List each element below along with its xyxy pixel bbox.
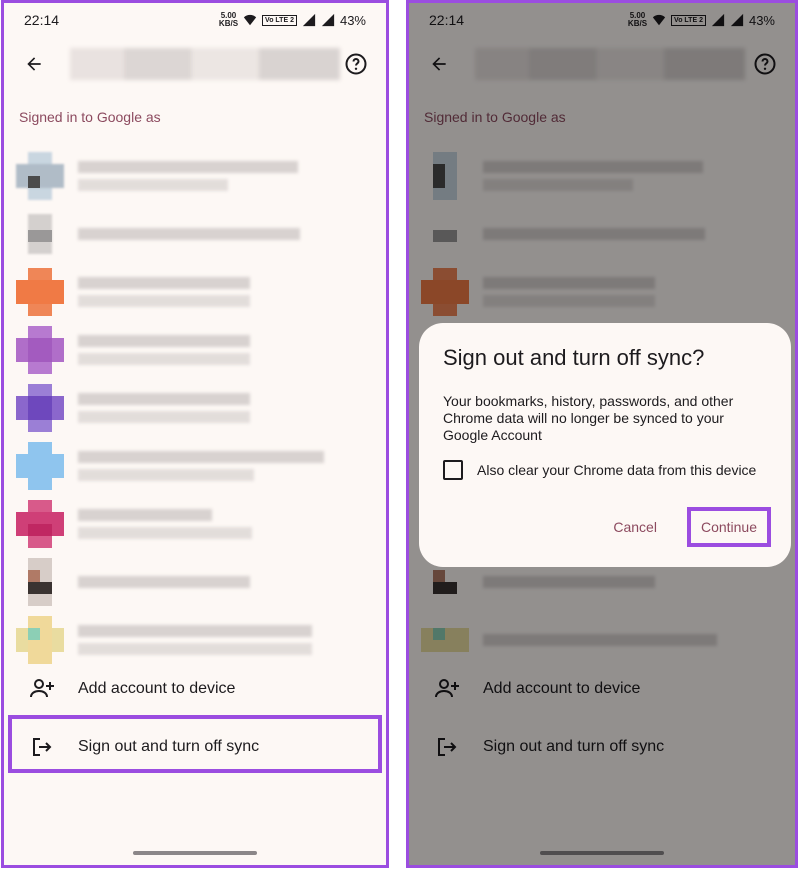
sign-out-dialog: Sign out and turn off sync? Your bookmar… xyxy=(419,323,791,567)
navigation-handle[interactable] xyxy=(133,851,257,855)
logout-icon xyxy=(33,738,52,756)
continue-button[interactable]: Continue xyxy=(686,507,771,547)
status-bar: 22:14 5.00 KB/S Vo LTE 2 43% xyxy=(4,3,386,37)
dialog-actions: Cancel Continue xyxy=(613,507,771,547)
sign-out-row[interactable]: Sign out and turn off sync xyxy=(4,719,386,775)
signal-icon xyxy=(302,13,316,27)
dialog-title: Sign out and turn off sync? xyxy=(443,345,705,370)
account-email-blurred xyxy=(70,48,340,80)
clear-data-option[interactable]: Also clear your Chrome data from this de… xyxy=(443,460,767,480)
volte-badge: Vo LTE 2 xyxy=(262,14,297,26)
help-circle-icon xyxy=(345,53,367,75)
add-account-row[interactable]: Add account to device xyxy=(4,661,386,717)
clear-data-checkbox[interactable] xyxy=(443,460,463,480)
phone-screen-left: 22:14 5.00 KB/S Vo LTE 2 43% Signed in t… xyxy=(1,0,389,868)
avatar xyxy=(16,442,64,490)
sign-out-label: Sign out and turn off sync xyxy=(78,738,260,755)
status-time: 22:14 xyxy=(24,12,60,28)
account-list xyxy=(4,147,386,669)
phone-screen-right: 22:14 5.00 KB/S Vo LTE 2 43% Signed in t… xyxy=(406,0,798,868)
help-button[interactable] xyxy=(340,48,372,80)
avatar xyxy=(16,326,64,374)
avatar xyxy=(16,616,64,664)
account-item[interactable] xyxy=(4,437,386,495)
account-item[interactable] xyxy=(4,321,386,379)
battery-percent: 43% xyxy=(339,12,366,28)
logout-icon xyxy=(26,731,58,763)
avatar xyxy=(16,152,64,200)
speed-unit: KB/S xyxy=(218,19,239,28)
account-item[interactable] xyxy=(4,495,386,553)
back-button[interactable] xyxy=(18,48,50,80)
avatar xyxy=(16,558,64,606)
arrow-left-icon xyxy=(27,57,41,71)
account-item[interactable] xyxy=(4,147,386,205)
person-add-icon xyxy=(30,679,54,698)
toolbar xyxy=(4,43,386,85)
avatar xyxy=(16,210,64,258)
avatar xyxy=(16,268,64,316)
account-item[interactable] xyxy=(4,263,386,321)
cancel-button[interactable]: Cancel xyxy=(613,519,657,535)
wifi-icon xyxy=(243,14,257,26)
add-account-label: Add account to device xyxy=(78,680,236,697)
avatar xyxy=(16,500,64,548)
clear-data-label: Also clear your Chrome data from this de… xyxy=(477,462,757,478)
avatar xyxy=(16,384,64,432)
network-speed: 5.00 KB/S xyxy=(219,12,238,28)
person-add-icon xyxy=(26,673,58,705)
account-item[interactable] xyxy=(4,205,386,263)
status-icons: 5.00 KB/S Vo LTE 2 43% xyxy=(219,12,366,28)
section-header: Signed in to Google as xyxy=(19,109,161,125)
signal-2-icon xyxy=(321,13,335,27)
account-item[interactable] xyxy=(4,379,386,437)
dialog-body: Your bookmarks, history, passwords, and … xyxy=(443,393,734,443)
account-item[interactable] xyxy=(4,553,386,611)
